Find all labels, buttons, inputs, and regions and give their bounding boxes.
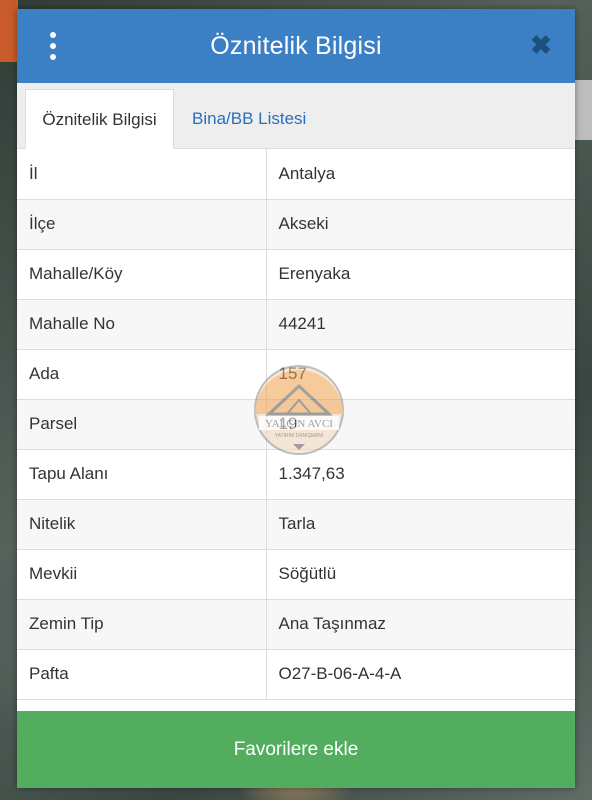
attribute-value: Akseki: [266, 199, 575, 250]
dialog-header: Öznitelik Bilgisi ✖: [17, 9, 575, 83]
attribute-key: Pafta: [17, 649, 267, 700]
table-row: Nitelik Tarla: [17, 499, 575, 550]
tab-bina-bb-listesi[interactable]: Bina/BB Listesi: [180, 89, 318, 148]
attribute-key: Mahalle No: [17, 299, 267, 350]
table-row: Tapu Alanı 1.347,63: [17, 449, 575, 500]
attribute-key: Parsel: [17, 399, 267, 450]
tab-oznitelik-bilgisi[interactable]: Öznitelik Bilgisi: [25, 89, 174, 149]
attribute-key: Zemin Tip: [17, 599, 267, 650]
close-icon[interactable]: ✖: [527, 31, 555, 59]
add-to-favorites-button[interactable]: Favorilere ekle: [17, 711, 575, 788]
attribute-value: Tarla: [266, 499, 575, 550]
attribute-table: İl Antalya İlçe Akseki Mahalle/Köy Erenyaka…: [17, 149, 575, 700]
attribute-value: 1.347,63: [266, 449, 575, 500]
table-row: Parsel 19: [17, 399, 575, 450]
attribute-value: Söğütlü: [266, 549, 575, 600]
attribute-value: Antalya: [266, 149, 575, 200]
table-row: Pafta O27-B-06-A-4-A: [17, 649, 575, 700]
table-row: Mahalle/Köy Erenyaka: [17, 249, 575, 300]
table-row: Ada 157: [17, 349, 575, 400]
attribute-value: 19: [266, 399, 575, 450]
attribute-value: 44241: [266, 299, 575, 350]
attribute-key: Mahalle/Köy: [17, 249, 267, 300]
dialog-title: Öznitelik Bilgisi: [210, 31, 382, 60]
map-overlay-corner: [0, 0, 18, 62]
attribute-key: Nitelik: [17, 499, 267, 550]
attribute-key: İl: [17, 149, 267, 200]
table-row: Zemin Tip Ana Taşınmaz: [17, 599, 575, 650]
tab-bar: Öznitelik Bilgisi Bina/BB Listesi: [17, 83, 575, 149]
attribute-value: 157: [266, 349, 575, 400]
attribute-value: Erenyaka: [266, 249, 575, 300]
vertical-dots-menu-icon[interactable]: [45, 32, 61, 60]
attribute-dialog: Öznitelik Bilgisi ✖ Öznitelik Bilgisi Bi…: [17, 9, 575, 788]
attribute-key: Mevkii: [17, 549, 267, 600]
attribute-value: Ana Taşınmaz: [266, 599, 575, 650]
table-row: İlçe Akseki: [17, 199, 575, 250]
attribute-key: Ada: [17, 349, 267, 400]
table-row: Mevkii Söğütlü: [17, 549, 575, 600]
page-scrollbar[interactable]: [575, 80, 592, 140]
attribute-value: O27-B-06-A-4-A: [266, 649, 575, 700]
attribute-key: İlçe: [17, 199, 267, 250]
attribute-key: Tapu Alanı: [17, 449, 267, 500]
table-row: İl Antalya: [17, 149, 575, 200]
table-row: Mahalle No 44241: [17, 299, 575, 350]
